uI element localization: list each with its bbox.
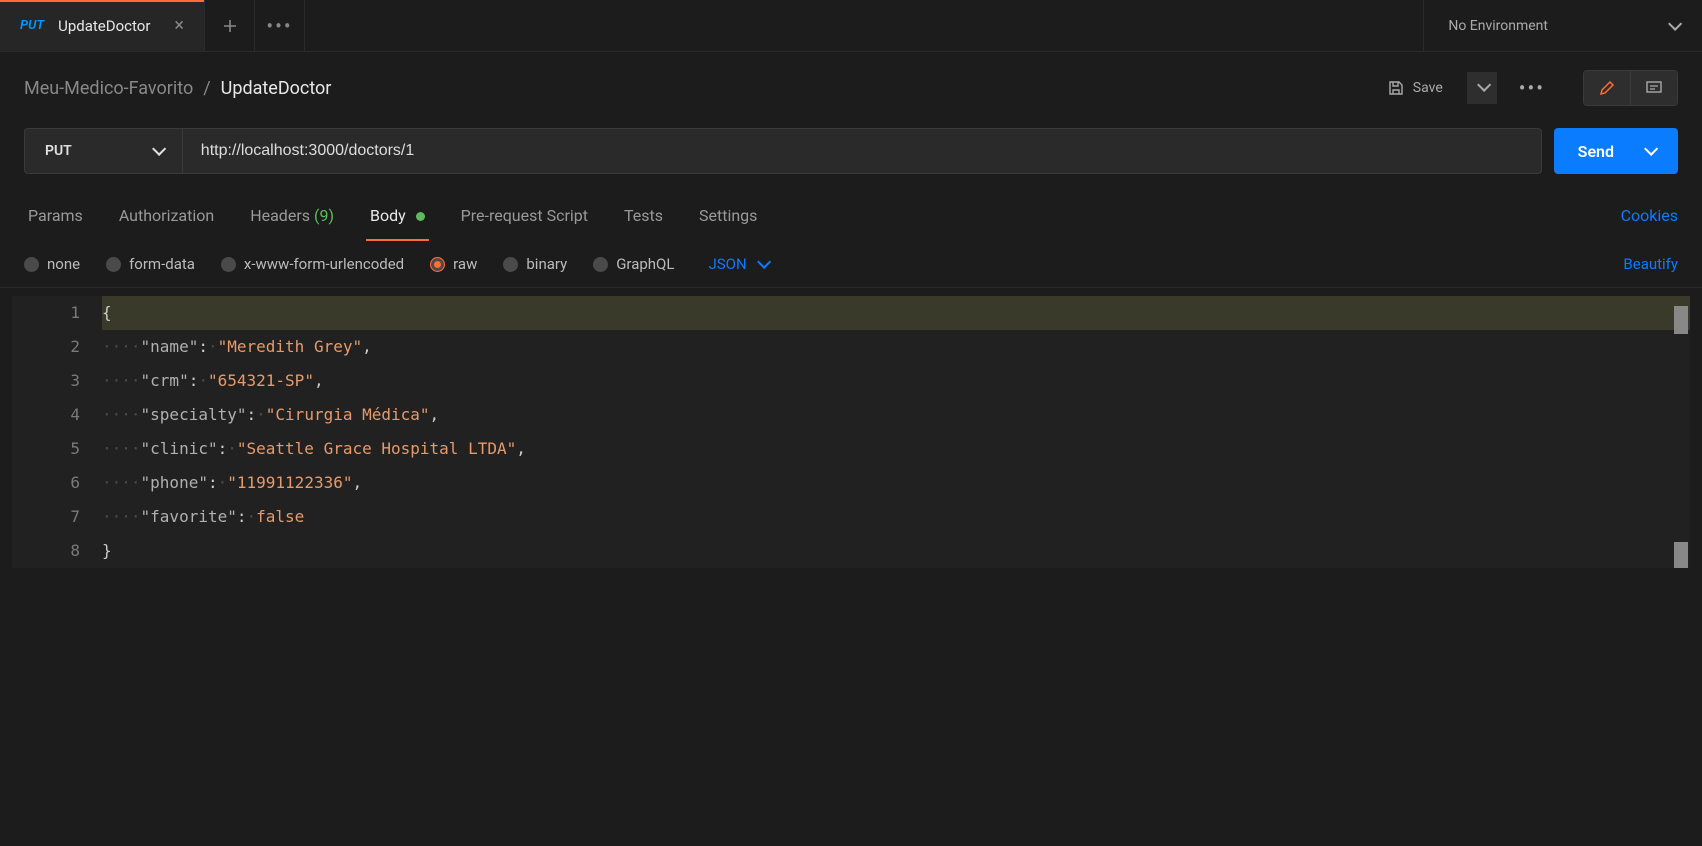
line-gutter: 1 2 3 4 5 6 7 8 — [12, 296, 102, 568]
tab-bar: PUT UpdateDoctor × ••• No Environment — [0, 0, 1702, 52]
tab-headers[interactable]: Headers (9) — [246, 198, 338, 233]
header-row: Meu-Medico-Favorito / UpdateDoctor Save … — [0, 52, 1702, 124]
breadcrumb-collection[interactable]: Meu-Medico-Favorito — [24, 78, 193, 99]
tab-method-badge: PUT — [20, 18, 44, 33]
tab-tests[interactable]: Tests — [620, 198, 667, 233]
environment-label: No Environment — [1448, 18, 1548, 34]
radio-icon — [24, 257, 39, 272]
chevron-down-icon — [1644, 142, 1658, 156]
tab-title: UpdateDoctor — [58, 17, 150, 35]
save-icon — [1387, 79, 1405, 97]
tab-overflow-button[interactable]: ••• — [255, 0, 305, 51]
tab-prerequest[interactable]: Pre-request Script — [457, 198, 592, 233]
body-type-row: none form-data x-www-form-urlencoded raw… — [0, 241, 1702, 288]
url-row: PUT Send — [0, 124, 1702, 190]
request-tab[interactable]: PUT UpdateDoctor × — [0, 0, 205, 51]
save-label: Save — [1413, 80, 1443, 96]
method-select[interactable]: PUT — [24, 128, 182, 174]
body-type-urlencoded[interactable]: x-www-form-urlencoded — [221, 255, 404, 273]
comment-button[interactable] — [1630, 71, 1677, 105]
chevron-down-icon — [757, 255, 771, 269]
body-format-select[interactable]: JSON — [708, 255, 766, 273]
radio-icon — [593, 257, 608, 272]
environment-select[interactable]: No Environment — [1423, 0, 1702, 51]
radio-icon — [503, 257, 518, 272]
edit-button[interactable] — [1584, 71, 1630, 105]
code-content[interactable]: {····"name":·"Meredith Grey",····"crm":·… — [102, 296, 1690, 568]
modified-dot-icon — [416, 212, 425, 221]
radio-icon — [430, 257, 445, 272]
cookies-link[interactable]: Cookies — [1621, 206, 1678, 225]
tab-authorization[interactable]: Authorization — [115, 198, 218, 233]
send-label: Send — [1578, 142, 1614, 161]
breadcrumb-separator: / — [203, 78, 210, 99]
pencil-icon — [1598, 79, 1616, 97]
tab-settings[interactable]: Settings — [695, 198, 761, 233]
send-button[interactable]: Send — [1554, 128, 1678, 174]
body-type-none[interactable]: none — [24, 255, 80, 273]
chevron-down-icon — [1668, 16, 1682, 30]
save-dropdown[interactable] — [1467, 72, 1497, 104]
comment-icon — [1645, 79, 1663, 97]
body-type-formdata[interactable]: form-data — [106, 255, 195, 273]
radio-icon — [221, 257, 236, 272]
scrollbar-thumb[interactable] — [1674, 306, 1688, 334]
more-actions-button[interactable]: ••• — [1507, 68, 1557, 108]
beautify-button[interactable]: Beautify — [1623, 255, 1678, 273]
chevron-down-icon — [1477, 78, 1491, 92]
method-label: PUT — [45, 143, 72, 159]
chevron-down-icon — [152, 142, 166, 156]
breadcrumb-request: UpdateDoctor — [221, 78, 332, 99]
body-type-graphql[interactable]: GraphQL — [593, 255, 674, 273]
url-input[interactable] — [182, 128, 1542, 174]
breadcrumb: Meu-Medico-Favorito / UpdateDoctor — [24, 78, 331, 99]
body-type-raw[interactable]: raw — [430, 255, 477, 273]
request-tabs: Params Authorization Headers (9) Body Pr… — [0, 190, 1702, 241]
view-toggle-group — [1583, 70, 1678, 106]
close-icon[interactable]: × — [174, 15, 184, 36]
tab-body[interactable]: Body — [366, 198, 429, 233]
save-button[interactable]: Save — [1373, 71, 1457, 105]
scrollbar-thumb[interactable] — [1674, 542, 1688, 568]
code-editor[interactable]: 1 2 3 4 5 6 7 8 {····"name":·"Meredith G… — [12, 296, 1690, 568]
tab-params[interactable]: Params — [24, 198, 87, 233]
body-type-binary[interactable]: binary — [503, 255, 567, 273]
radio-icon — [106, 257, 121, 272]
new-tab-button[interactable] — [205, 0, 255, 51]
